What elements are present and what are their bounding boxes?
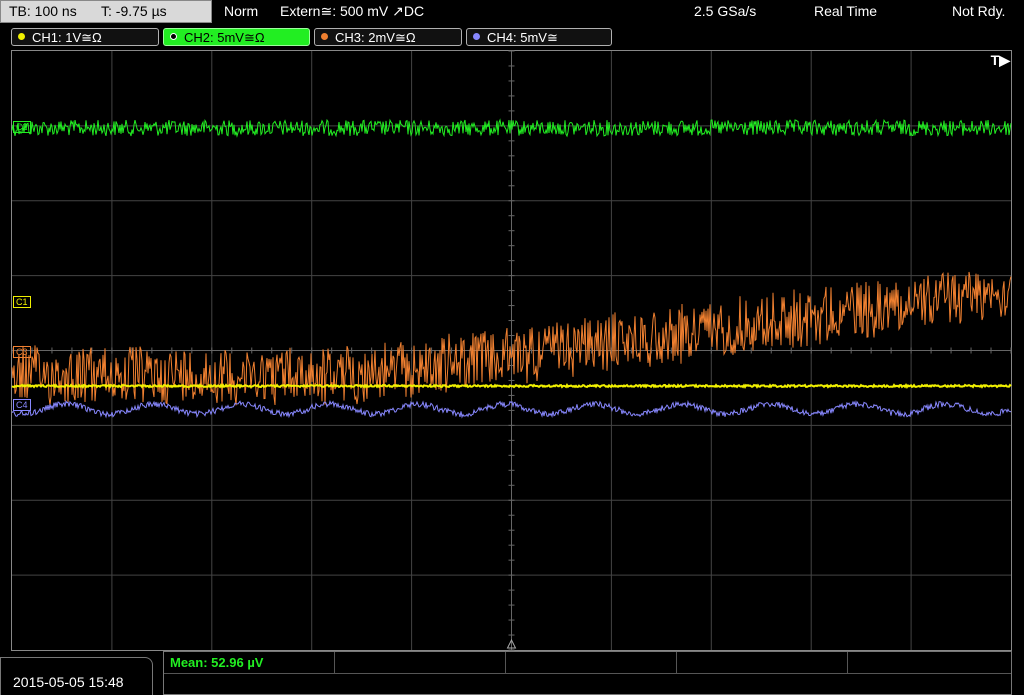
measurement-divider (164, 673, 1011, 674)
measurement-cell[interactable] (335, 652, 506, 673)
date-time-label: 2015-05-05 15:48 (13, 674, 124, 690)
ch3-offset-marker[interactable]: C3 (13, 346, 31, 358)
measurement-cell[interactable] (506, 652, 677, 673)
ch1-offset-marker[interactable]: C1 (13, 296, 31, 308)
ch2-offset-marker[interactable]: C2 (13, 121, 31, 133)
waveform-canvas (11, 50, 1012, 651)
ch4-offset-marker[interactable]: C4 (13, 399, 31, 411)
measurement-cell[interactable] (677, 652, 848, 673)
mean-measurement: Mean: 52.96 µV (170, 655, 264, 670)
date-time-box: 2015-05-05 15:48 (0, 657, 153, 695)
trigger-position-marker[interactable]: T▶ (991, 52, 1010, 69)
ch1-trace (11, 382, 1012, 390)
measurement-panel[interactable]: Mean: 52.96 µV (163, 651, 1012, 695)
